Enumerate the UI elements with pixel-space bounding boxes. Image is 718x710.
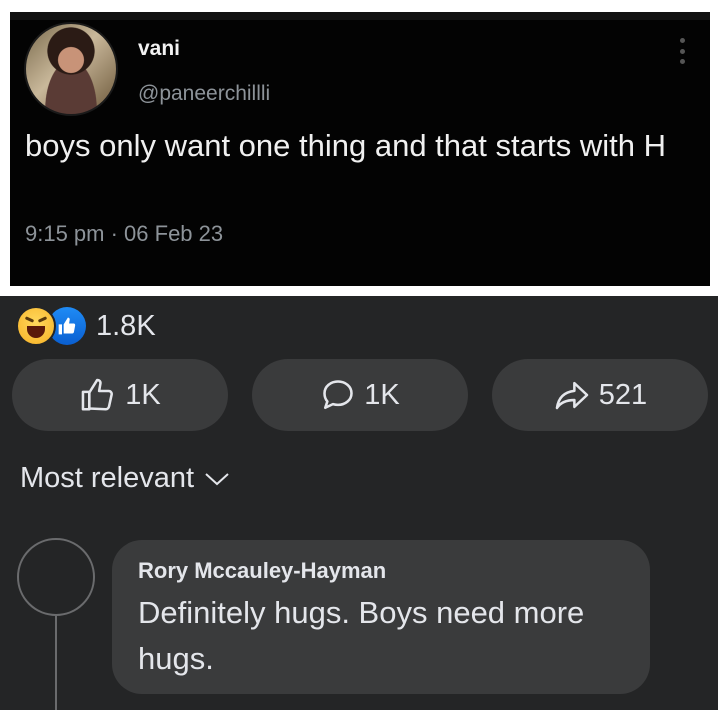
tweet-author-avatar xyxy=(24,22,118,116)
tweet-timestamp: 9:15 pm · 06 Feb 23 xyxy=(25,221,224,246)
reaction-count: 1.8K xyxy=(96,309,156,342)
more-options-icon xyxy=(678,38,686,64)
tweet-screenshot-frame: vani @paneerchillli boys only want one t… xyxy=(0,0,718,296)
like-button[interactable]: 1K xyxy=(12,359,228,431)
commenter-name[interactable]: Rory Mccauley-Hayman xyxy=(138,558,386,584)
tweet-author-name: vani xyxy=(138,37,181,60)
tweet-author-handle: @paneerchillli xyxy=(138,82,271,105)
tweet-card[interactable]: vani @paneerchillli boys only want one t… xyxy=(10,12,710,286)
reaction-summary[interactable]: 1.8K xyxy=(16,306,156,346)
comment-count: 1K xyxy=(364,378,400,411)
commenter-avatar[interactable] xyxy=(17,538,95,616)
tweet-top-strip xyxy=(10,12,710,20)
thumbs-up-icon xyxy=(81,378,114,411)
comment-sort-dropdown[interactable]: Most relevant xyxy=(20,462,230,495)
share-arrow-icon xyxy=(555,381,589,410)
chevron-down-icon xyxy=(205,472,229,485)
tweet-text: boys only want one thing and that starts… xyxy=(25,128,667,163)
sort-label: Most relevant xyxy=(20,462,195,494)
comment-text: Definitely hugs. Boys need more hugs. xyxy=(138,595,585,676)
comment-bubble[interactable]: Rory Mccauley-Hayman Definitely hugs. Bo… xyxy=(112,540,650,694)
comment-thread-line xyxy=(55,616,57,710)
share-count: 521 xyxy=(598,378,648,411)
comment-button[interactable]: 1K xyxy=(252,359,468,431)
comment-bubble-icon xyxy=(323,380,354,410)
haha-emoji-icon xyxy=(16,306,56,346)
share-button[interactable]: 521 xyxy=(492,359,708,431)
like-count: 1K xyxy=(125,378,161,411)
